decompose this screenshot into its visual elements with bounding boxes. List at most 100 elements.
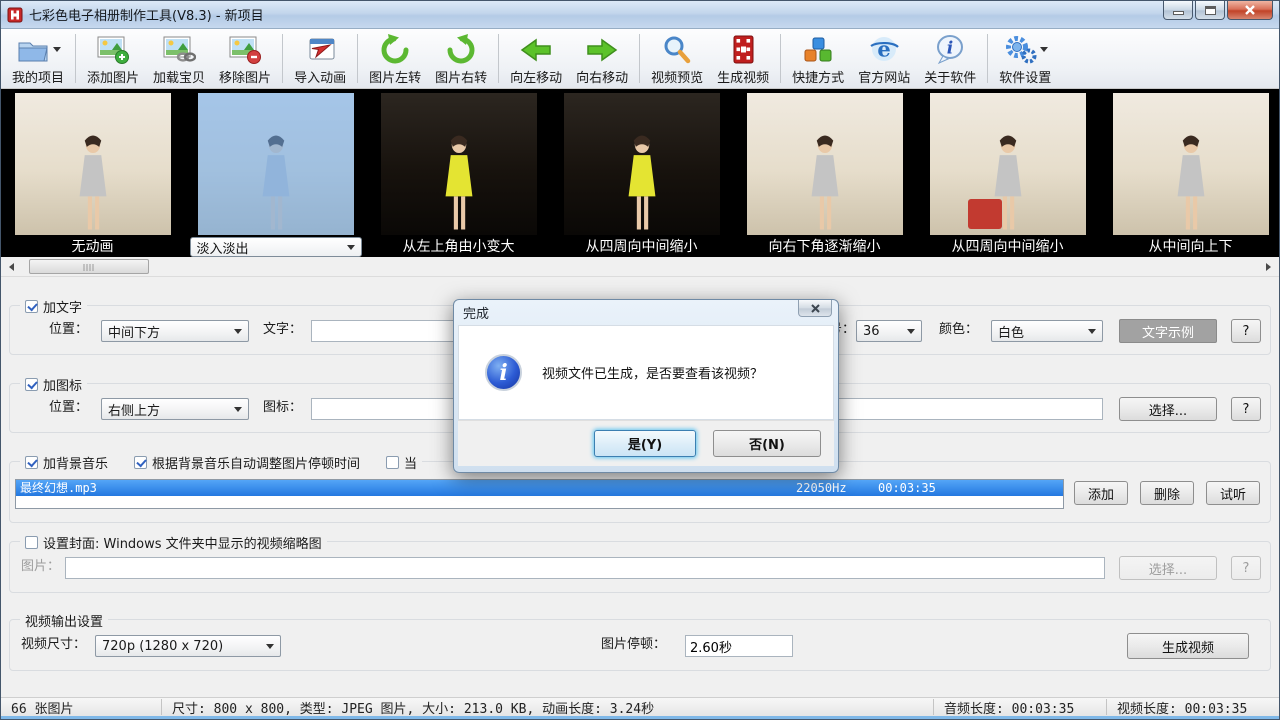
cubes-icon: [801, 35, 835, 65]
status-audio-length: 音频长度: 00:03:35: [934, 698, 1106, 717]
dialog-close-button[interactable]: [798, 300, 832, 317]
thumbnail-item[interactable]: 从中间向上下: [1099, 89, 1279, 257]
scroll-left-button[interactable]: [3, 259, 20, 275]
rotate-right-icon: [444, 34, 478, 65]
toolbar-button-about[interactable]: i 关于软件: [917, 31, 983, 86]
thumbnail-item[interactable]: 从四周向中间缩小: [550, 89, 733, 257]
add-music-checkbox[interactable]: [25, 456, 38, 469]
track-name: 最终幻想.mp3: [20, 480, 97, 496]
scroll-left-icon: [9, 263, 14, 271]
toolbar-button-move-left[interactable]: 向左移动: [503, 31, 569, 86]
generate-video-button[interactable]: 生成视频: [1127, 633, 1249, 659]
cover-image-input[interactable]: [65, 557, 1105, 579]
toolbar-button-shortcut[interactable]: 快捷方式: [785, 31, 851, 86]
model-photo-placeholder: [1160, 131, 1222, 235]
chevron-down-icon: [234, 329, 242, 334]
ie-icon: e: [867, 34, 901, 65]
svg-text:e: e: [878, 37, 891, 62]
photo-thumbnail[interactable]: [381, 93, 537, 235]
dialog-yes-button[interactable]: 是(Y): [594, 430, 696, 457]
photo-thumbnail[interactable]: [198, 93, 354, 235]
toolbar-separator: [282, 34, 283, 83]
icon-position-select[interactable]: 右侧上方: [101, 398, 249, 420]
toolbar-button-remove-images[interactable]: 移除图片: [212, 31, 278, 86]
toolbar-button-rotate-left[interactable]: 图片左转: [362, 31, 428, 86]
music-list-row-selected[interactable]: 最终幻想.mp3 22050Hz 00:03:35: [16, 480, 1063, 496]
status-bar: 66 张图片 尺寸: 800 x 800, 类型: JPEG 图片, 大小: 2…: [1, 697, 1279, 719]
toolbar-separator: [498, 34, 499, 83]
svg-text:i: i: [947, 39, 953, 59]
text-position-select[interactable]: 中间下方: [101, 320, 249, 342]
cover-checkbox[interactable]: [25, 536, 38, 549]
close-button[interactable]: [1227, 1, 1273, 20]
model-photo-placeholder: [977, 131, 1039, 235]
auto-adjust-label: 根据背景音乐自动调整图片停顿时间: [152, 453, 360, 472]
transition-select[interactable]: 淡入淡出: [190, 237, 362, 257]
toolbar-button-official-website[interactable]: e 官方网站: [851, 31, 917, 86]
font-color-select[interactable]: 白色: [991, 320, 1103, 342]
toolbar-button-my-projects[interactable]: 我的项目: [5, 31, 71, 86]
photo-thumbnail[interactable]: [15, 93, 171, 235]
thumbnail-item[interactable]: 向右下角逐渐缩小: [733, 89, 916, 257]
add-text-checkbox[interactable]: [25, 300, 38, 313]
toolbar-button-add-images[interactable]: 添加图片: [80, 31, 146, 86]
titlebar: 七彩色电子相册制作工具(V8.3) - 新项目: [1, 1, 1279, 29]
animation-label: 从四周向中间缩小: [586, 237, 698, 257]
scroll-right-icon: [1266, 263, 1271, 271]
dialog-titlebar: 完成: [458, 300, 834, 325]
cover-group: 设置封面: Windows 文件夹中显示的视频缩略图 图片： 选择... ?: [9, 541, 1271, 593]
icon-help-button[interactable]: ?: [1231, 397, 1261, 421]
toolbar-button-rotate-right[interactable]: 图片右转: [428, 31, 494, 86]
toolbar-button-video-preview[interactable]: 视频预览: [644, 31, 710, 86]
cover-help-button[interactable]: ?: [1231, 556, 1261, 580]
model-photo-placeholder: [611, 131, 673, 235]
animation-label: 从四周向中间缩小: [952, 237, 1064, 257]
remove-image-icon: [228, 34, 262, 65]
toolbar-button-load-taobao-items[interactable]: 加载宝贝: [146, 31, 212, 86]
add-image-icon: [96, 34, 130, 65]
text-help-button[interactable]: ?: [1231, 319, 1261, 343]
music-add-button[interactable]: 添加: [1074, 481, 1128, 505]
photo-thumbnail[interactable]: [1113, 93, 1269, 235]
icon-choose-button[interactable]: 选择...: [1119, 397, 1217, 421]
photo-thumbnail[interactable]: [930, 93, 1086, 235]
thumbnail-item[interactable]: 无动画: [1, 89, 184, 257]
photo-thumbnail[interactable]: [747, 93, 903, 235]
thumbnail-item[interactable]: 从左上角由小变大: [367, 89, 550, 257]
model-photo-placeholder: [428, 131, 490, 235]
status-image-info: 尺寸: 800 x 800, 类型: JPEG 图片, 大小: 213.0 KB…: [162, 698, 933, 717]
video-size-select[interactable]: 720p (1280 x 720): [95, 635, 281, 657]
toolbar-button-move-right[interactable]: 向右移动: [569, 31, 635, 86]
music-preview-button[interactable]: 试听: [1206, 481, 1260, 505]
music-list[interactable]: 最终幻想.mp3 22050Hz 00:03:35: [15, 479, 1064, 509]
cover-choose-button[interactable]: 选择...: [1119, 556, 1217, 580]
close-icon: [1244, 5, 1256, 15]
add-icon-checkbox[interactable]: [25, 378, 38, 391]
thumbnail-item-selected[interactable]: 淡入淡出: [184, 89, 367, 257]
dialog-title: 完成: [463, 303, 489, 322]
dialog-no-button[interactable]: 否(N): [713, 430, 821, 457]
photo-thumbnail[interactable]: [564, 93, 720, 235]
minimize-button[interactable]: [1163, 1, 1193, 20]
folder-icon: [16, 35, 50, 65]
toolbar-button-settings[interactable]: 软件设置: [992, 31, 1058, 86]
film-icon: [726, 34, 760, 66]
link-image-icon: [162, 34, 196, 65]
scroll-right-button[interactable]: [1260, 259, 1277, 275]
scrollbar-thumb[interactable]: [29, 259, 149, 274]
thumbnail-item[interactable]: 从四周向中间缩小: [916, 89, 1099, 257]
music-delete-button[interactable]: 删除: [1140, 481, 1194, 505]
auto-adjust-checkbox[interactable]: [134, 456, 147, 469]
add-text-label: 加文字: [43, 297, 82, 316]
completion-dialog: 完成 i 视频文件已生成，是否要查看该视频？ 是(Y) 否(N): [453, 299, 839, 473]
thumbnail-scrollbar[interactable]: [1, 257, 1279, 277]
toolbar-button-import-animation[interactable]: 导入动画: [287, 31, 353, 86]
text-sample-button[interactable]: 文字示例: [1119, 319, 1217, 343]
maximize-button[interactable]: [1195, 1, 1225, 20]
partial-option-checkbox[interactable]: [386, 456, 399, 469]
track-sample-rate: 22050Hz: [796, 480, 847, 496]
selection-overlay: [198, 93, 354, 235]
font-size-select[interactable]: 36: [856, 320, 922, 342]
pause-input[interactable]: [685, 635, 793, 657]
toolbar-button-generate-video[interactable]: 生成视频: [710, 31, 776, 86]
